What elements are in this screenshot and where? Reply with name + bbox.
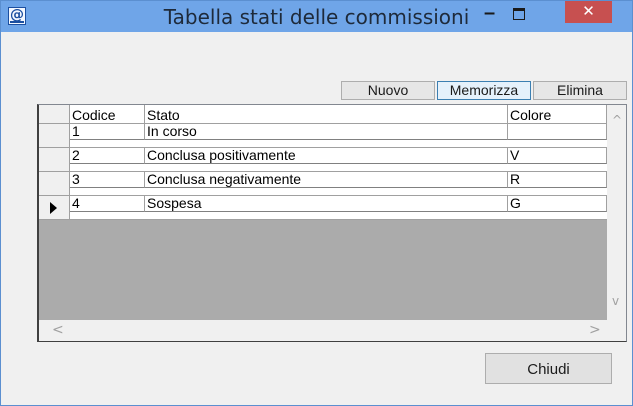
cell-stato[interactable]: Sospesa xyxy=(145,196,508,212)
scroll-down-icon[interactable]: v xyxy=(612,294,619,308)
table-row-current[interactable]: 4 Sospesa G xyxy=(39,196,607,220)
title-bar[interactable]: @ Tabella stati delle commissioni – ✕ xyxy=(1,1,632,32)
cell-codice[interactable]: 2 xyxy=(70,148,145,164)
row-selector[interactable] xyxy=(39,196,70,219)
cell-stato[interactable]: Conclusa positivamente xyxy=(145,148,508,164)
cell-colore[interactable]: R xyxy=(508,172,607,188)
close-button[interactable]: Chiudi xyxy=(485,353,612,384)
row-selector[interactable] xyxy=(39,172,70,195)
column-header-codice[interactable]: Codice xyxy=(70,105,145,123)
new-button[interactable]: Nuovo xyxy=(341,81,435,100)
scroll-up-icon[interactable]: ^ xyxy=(612,113,622,127)
window-title: Tabella stati delle commissioni xyxy=(163,5,470,29)
current-row-arrow-icon xyxy=(50,202,57,214)
scrollbar-corner xyxy=(607,320,626,341)
cell-codice[interactable]: 4 xyxy=(70,196,145,212)
delete-button[interactable]: Elimina xyxy=(533,81,627,100)
grid-header: Codice Stato Colore xyxy=(39,105,607,124)
column-header-colore[interactable]: Colore xyxy=(508,105,607,123)
close-window-button[interactable]: ✕ xyxy=(565,1,612,23)
scroll-left-icon[interactable]: < xyxy=(52,322,64,338)
column-header-stato[interactable]: Stato xyxy=(145,105,508,123)
header-corner[interactable] xyxy=(39,105,70,123)
cell-colore[interactable]: V xyxy=(508,148,607,164)
maximize-icon xyxy=(513,8,525,20)
cell-codice[interactable]: 1 xyxy=(70,124,145,140)
row-selector[interactable] xyxy=(39,124,70,147)
cell-stato[interactable]: In corso xyxy=(145,124,508,140)
save-button[interactable]: Memorizza xyxy=(437,81,531,100)
states-grid[interactable]: Codice Stato Colore 1 In corso 2 Conclus… xyxy=(37,104,627,342)
cell-stato[interactable]: Conclusa negativamente xyxy=(145,172,508,188)
table-row[interactable]: 3 Conclusa negativamente R xyxy=(39,172,607,196)
maximize-button[interactable] xyxy=(504,2,533,23)
minimize-button[interactable]: – xyxy=(475,3,504,24)
cell-colore[interactable] xyxy=(508,124,607,140)
table-row[interactable]: 2 Conclusa positivamente V xyxy=(39,148,607,172)
cell-codice[interactable]: 3 xyxy=(70,172,145,188)
vertical-scrollbar[interactable]: ^ v xyxy=(607,105,626,320)
scroll-right-icon[interactable]: > xyxy=(589,322,601,338)
horizontal-scrollbar[interactable]: < > xyxy=(39,320,607,341)
dialog-window: @ Tabella stati delle commissioni – ✕ Nu… xyxy=(0,0,633,406)
table-row[interactable]: 1 In corso xyxy=(39,124,607,148)
row-selector[interactable] xyxy=(39,148,70,171)
cell-colore[interactable]: G xyxy=(508,196,607,212)
